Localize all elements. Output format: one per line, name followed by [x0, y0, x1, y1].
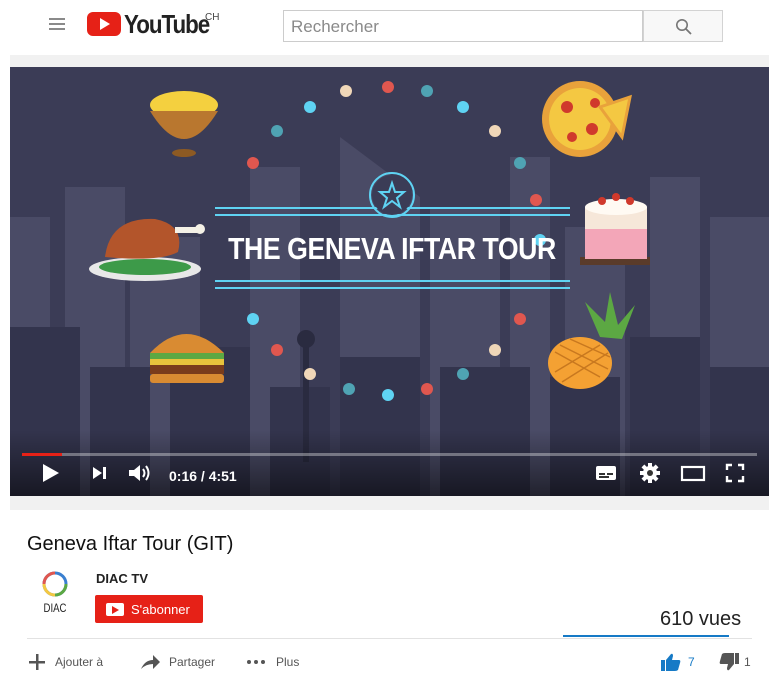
- volume-icon: [129, 465, 140, 481]
- like-button[interactable]: 7: [660, 652, 695, 672]
- player-top-band: [10, 55, 769, 67]
- channel-name[interactable]: DIAC TV: [96, 571, 148, 586]
- theater-icon: [680, 465, 706, 482]
- diac-logo-icon: DIAC: [42, 571, 68, 615]
- search-placeholder: Rechercher: [291, 17, 379, 36]
- progress-bar[interactable]: [22, 453, 757, 456]
- dislike-button[interactable]: 1: [718, 652, 751, 672]
- thumbs-down-icon: [719, 653, 739, 671]
- next-button[interactable]: [89, 462, 111, 484]
- divider: [27, 638, 752, 639]
- fullscreen-icon: [725, 463, 745, 483]
- logo-text: YouTube: [124, 9, 210, 39]
- play-icon: [43, 464, 59, 482]
- view-count: 610 vues: [660, 608, 742, 630]
- share-button[interactable]: Partager: [139, 652, 215, 672]
- subtitles-button[interactable]: [594, 462, 618, 484]
- play-button[interactable]: [40, 462, 62, 484]
- dislike-count: 1: [744, 655, 751, 669]
- like-ratio-bar: [563, 635, 729, 637]
- more-button[interactable]: Plus: [246, 652, 299, 672]
- subscribe-button[interactable]: S'abonner: [95, 595, 203, 623]
- youtube-play-icon: [106, 602, 124, 616]
- share-arrow-icon: [141, 655, 160, 669]
- volume-button[interactable]: [127, 462, 153, 484]
- search-icon: [676, 19, 692, 35]
- more-dots-icon: [247, 660, 265, 664]
- youtube-play-icon: [87, 12, 121, 36]
- subscribe-label: S'abonner: [131, 601, 190, 617]
- share-label: Partager: [169, 655, 216, 669]
- country-code: CH: [205, 12, 220, 23]
- more-label: Plus: [276, 655, 300, 669]
- plus-icon: [29, 654, 45, 670]
- video-overlay-title: THE GENEVA IFTAR TOUR: [228, 232, 556, 266]
- youtube-logo[interactable]: YouTube CH: [87, 10, 223, 38]
- channel-logo-text: DIAC: [44, 602, 67, 615]
- channel-avatar[interactable]: DIAC: [33, 570, 77, 620]
- add-to-button[interactable]: Ajouter à: [27, 652, 103, 672]
- fullscreen-button[interactable]: [724, 462, 746, 484]
- next-icon: [93, 467, 102, 479]
- thumbs-up-icon: [661, 653, 681, 671]
- theater-mode-button[interactable]: [680, 462, 706, 484]
- settings-button[interactable]: [638, 462, 662, 484]
- menu-icon[interactable]: [49, 18, 65, 30]
- search-button[interactable]: [643, 10, 723, 42]
- add-to-label: Ajouter à: [55, 655, 104, 669]
- like-count: 7: [688, 655, 695, 669]
- time-display: 0:16 / 4:51: [169, 468, 237, 484]
- video-title: Geneva Iftar Tour (GIT): [27, 533, 234, 555]
- progress-played: [22, 453, 62, 456]
- player-bottom-band: [10, 496, 769, 510]
